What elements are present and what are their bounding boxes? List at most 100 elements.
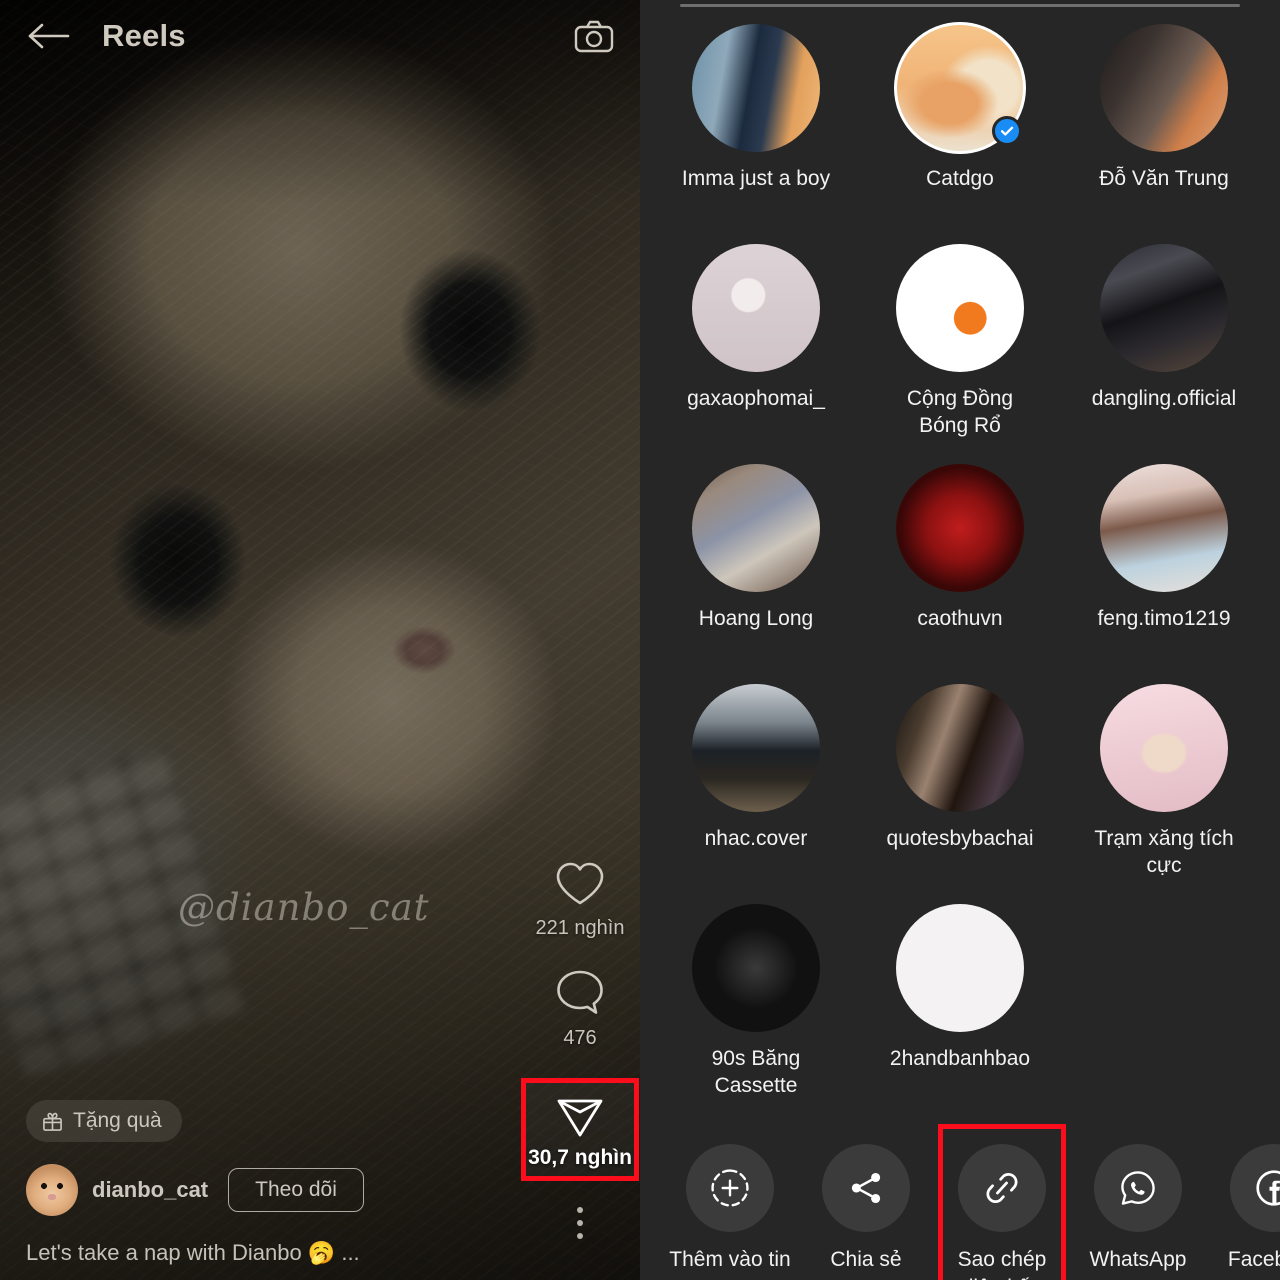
comment-button[interactable]: 476 <box>554 968 606 1050</box>
person-avatar <box>692 24 820 152</box>
person-avatar <box>896 904 1024 1032</box>
reel-top-bar: Reels <box>0 0 640 72</box>
screen: @dianbo_cat Reels 221 nghìn 476 30,7 ngh… <box>0 0 1280 1280</box>
person-name: dangling.official <box>1091 387 1237 410</box>
like-button[interactable]: 221 nghìn <box>535 860 625 940</box>
share-action-label: WhatsApp <box>1089 1248 1187 1271</box>
add-to-story-icon <box>686 1144 774 1232</box>
person-name: Catdgo <box>926 167 994 190</box>
share-action-share-nodes[interactable]: Chia sẻ <box>798 1144 934 1274</box>
person-avatar <box>1100 24 1228 152</box>
person-name: quotesbybachai <box>886 827 1034 850</box>
avatar-wrapper <box>896 904 1024 1032</box>
reel-caption[interactable]: Let's take a nap with Dianbo 🥱 ... <box>26 1240 520 1266</box>
reel-action-rail: 221 nghìn 476 30,7 nghìn <box>520 860 640 1239</box>
share-person[interactable]: 90s Băng Cassette <box>654 894 858 1114</box>
person-avatar <box>692 244 820 372</box>
link-icon <box>958 1144 1046 1232</box>
share-action-whatsapp[interactable]: WhatsApp <box>1070 1144 1206 1274</box>
share-count: 30,7 nghìn <box>528 1146 632 1169</box>
person-name: gaxaophomai_ <box>687 387 825 410</box>
share-person[interactable]: dangling.official <box>1062 234 1266 454</box>
verified-badge-icon <box>992 116 1022 146</box>
share-sheet: Imma just a boy Catdgo Đỗ Văn Trung gaxaoph… <box>640 0 1280 1280</box>
share-person[interactable]: Trạm xăng tích cực <box>1062 674 1266 894</box>
person-name: caothuvn <box>917 607 1003 630</box>
page-title: Reels <box>102 18 186 53</box>
comment-count: 476 <box>563 1027 597 1049</box>
share-action-add-to-story[interactable]: Thêm vào tin <box>662 1144 798 1274</box>
person-name: Hoang Long <box>698 607 814 630</box>
share-person[interactable]: nhac.cover <box>654 674 858 894</box>
person-avatar <box>692 684 820 812</box>
person-name: 90s Băng Cassette <box>711 1047 801 1097</box>
share-person[interactable]: caothuvn <box>858 454 1062 674</box>
share-person[interactable]: Imma just a boy <box>654 14 858 234</box>
avatar-wrapper <box>692 684 820 812</box>
reel-author-row: dianbo_cat Theo dõi <box>26 1164 520 1216</box>
person-name: 2handbanhbao <box>889 1047 1031 1070</box>
share-person[interactable]: gaxaophomai_ <box>654 234 858 454</box>
avatar-wrapper <box>894 22 1026 154</box>
person-name: nhac.cover <box>704 827 808 850</box>
person-avatar <box>896 464 1024 592</box>
share-person[interactable]: feng.timo1219 <box>1062 454 1266 674</box>
share-action-label: Chia sẻ <box>830 1248 902 1271</box>
avatar-wrapper <box>896 244 1024 372</box>
person-avatar <box>1100 464 1228 592</box>
sheet-drag-handle[interactable] <box>680 4 1240 7</box>
gift-button[interactable]: Tặng quà <box>26 1100 182 1142</box>
camera-icon[interactable] <box>574 19 614 53</box>
person-name: Trạm xăng tích cực <box>1094 827 1234 877</box>
person-name: Imma just a boy <box>681 167 831 190</box>
share-person[interactable]: quotesbybachai <box>858 674 1062 894</box>
gift-icon <box>43 1112 62 1131</box>
person-avatar <box>692 904 820 1032</box>
dot <box>577 1207 583 1213</box>
reel-video-pane[interactable]: @dianbo_cat Reels 221 nghìn 476 30,7 ngh… <box>0 0 640 1280</box>
more-options-button[interactable] <box>577 1207 583 1239</box>
person-name: feng.timo1219 <box>1097 607 1231 630</box>
person-avatar <box>896 244 1024 372</box>
share-button-highlighted[interactable]: 30,7 nghìn <box>521 1078 639 1181</box>
share-actions-row: Thêm vào tin Chia sẻ Sao chép liên kết What… <box>640 1114 1280 1280</box>
person-name: Cộng Đồng Bóng Rổ <box>906 387 1014 437</box>
avatar-wrapper <box>1100 244 1228 372</box>
avatar[interactable] <box>26 1164 78 1216</box>
avatar-wrapper <box>692 24 820 152</box>
avatar-wrapper <box>896 464 1024 592</box>
author-username[interactable]: dianbo_cat <box>92 1177 208 1203</box>
share-people-grid: Imma just a boy Catdgo Đỗ Văn Trung gaxaoph… <box>640 0 1280 1114</box>
share-person[interactable]: Catdgo <box>858 14 1062 234</box>
person-name: Đỗ Văn Trung <box>1099 167 1229 190</box>
avatar-wrapper <box>692 464 820 592</box>
gift-label: Tặng quà <box>73 1109 162 1132</box>
share-person[interactable]: Đỗ Văn Trung <box>1062 14 1266 234</box>
avatar-wrapper <box>1100 684 1228 812</box>
share-action-label: Facebook <box>1227 1248 1280 1271</box>
share-action-link[interactable]: Sao chép liên kết <box>934 1124 1070 1280</box>
reel-bottom-info: Tặng quà dianbo_cat Theo dõi Let's take … <box>0 1100 520 1280</box>
share-action-label: Thêm vào tin <box>669 1248 791 1271</box>
comment-bubble-icon <box>557 970 603 1014</box>
share-person[interactable]: 2handbanhbao <box>858 894 1062 1114</box>
person-avatar <box>692 464 820 592</box>
share-person[interactable]: Cộng Đồng Bóng Rổ <box>858 234 1062 454</box>
share-action-facebook[interactable]: Facebook <box>1206 1144 1280 1274</box>
avatar-wrapper <box>692 904 820 1032</box>
share-person[interactable]: Hoang Long <box>654 454 858 674</box>
person-avatar <box>896 684 1024 812</box>
share-nodes-icon <box>822 1144 910 1232</box>
person-avatar <box>1100 684 1228 812</box>
follow-button[interactable]: Theo dõi <box>228 1168 364 1212</box>
back-arrow-icon[interactable] <box>26 21 70 51</box>
avatar-wrapper <box>896 684 1024 812</box>
video-watermark: @dianbo_cat <box>178 886 430 929</box>
dot <box>577 1220 583 1226</box>
whatsapp-icon <box>1094 1144 1182 1232</box>
like-count: 221 nghìn <box>535 917 625 939</box>
avatar-wrapper <box>1100 24 1228 152</box>
person-avatar <box>1100 244 1228 372</box>
send-paperplane-icon <box>557 1099 603 1137</box>
avatar-wrapper <box>692 244 820 372</box>
